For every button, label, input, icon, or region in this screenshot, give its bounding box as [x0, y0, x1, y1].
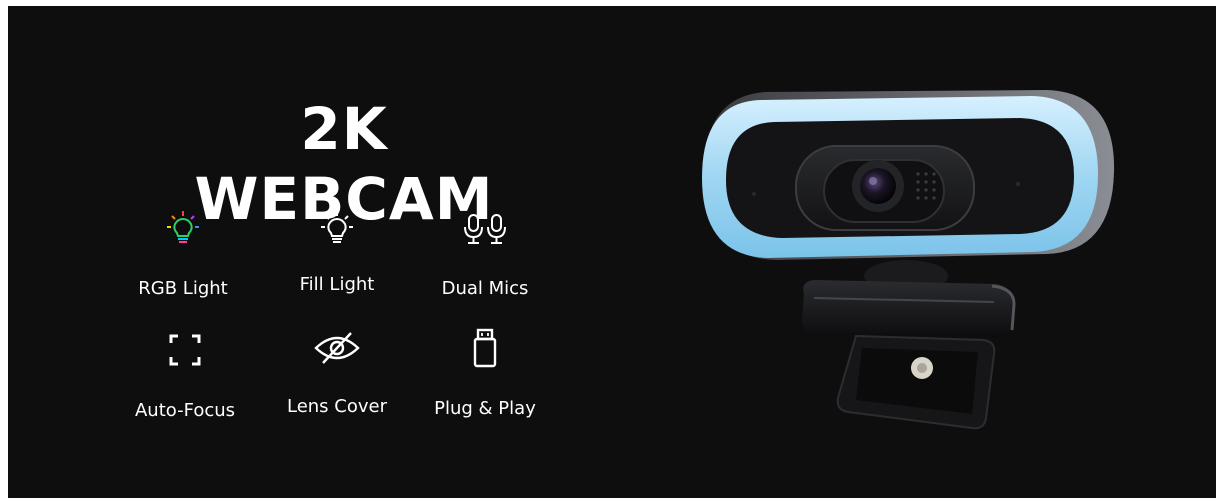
- feature-label: Lens Cover: [286, 396, 387, 417]
- eye-off-icon: [272, 326, 402, 370]
- product-banner: 2K WEBCAM RGB Light Fill Light Dual Mics…: [8, 6, 1216, 498]
- feature-label: RGB Light: [138, 278, 228, 299]
- focus-frame-icon: [120, 328, 250, 372]
- feature-label: Dual Mics: [441, 278, 529, 299]
- dual-mic-icon: [420, 208, 550, 252]
- feature-label: Auto-Focus: [134, 400, 236, 421]
- usb-drive-icon: [420, 326, 550, 370]
- bulb-icon: [272, 206, 402, 250]
- feature-label: Plug & Play: [434, 398, 536, 419]
- rgb-bulb-icon: [118, 206, 248, 250]
- feature-label: Fill Light: [299, 274, 375, 295]
- webcam-product-image: [696, 82, 1116, 442]
